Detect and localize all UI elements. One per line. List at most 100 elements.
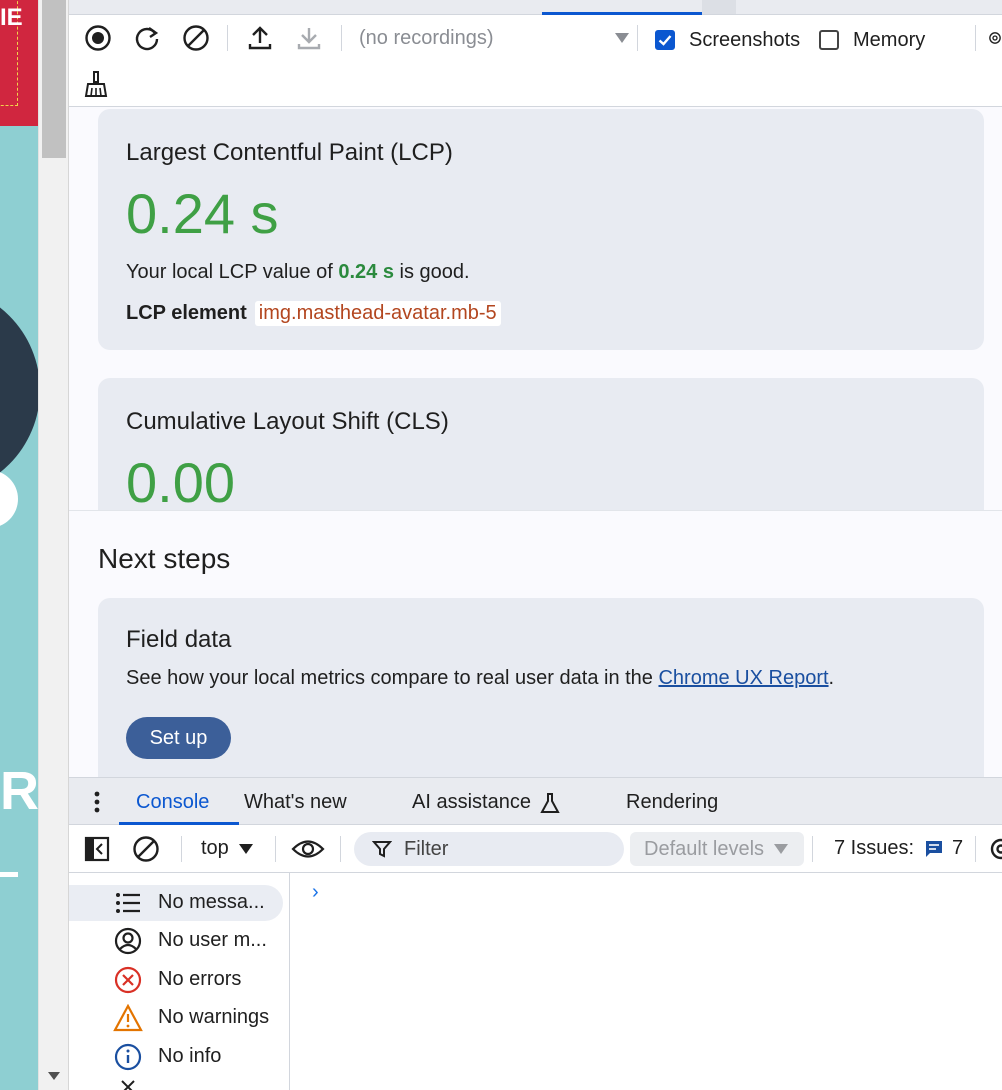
- upload-icon: [248, 26, 272, 50]
- reload-record-button[interactable]: [130, 21, 164, 55]
- message-icon: [926, 840, 943, 857]
- page-avatar-inner: [0, 470, 18, 528]
- tab-ai-assistance[interactable]: AI assistance: [412, 791, 561, 814]
- toolbar-divider: [340, 836, 341, 862]
- inspected-page-strip: IE R: [0, 0, 38, 1090]
- gear-icon: [989, 32, 1001, 44]
- drawer-tab-bar: Console What's new AI assistance Renderi…: [69, 777, 1002, 825]
- issues-counter[interactable]: 7 Issues: 7: [834, 837, 963, 860]
- console-toolbar: top Filter Default levels 7 Issues: 7: [69, 825, 1002, 873]
- filter-icon: [372, 841, 392, 858]
- live-metrics-view: Largest Contentful Paint (LCP) 0.24 s Yo…: [69, 107, 1002, 510]
- devtools-panel: (no recordings) Screenshots Memory Large…: [68, 0, 1002, 1090]
- log-levels-value: Default levels: [644, 837, 765, 860]
- context-select[interactable]: top: [201, 837, 253, 860]
- eye-icon: [291, 840, 325, 858]
- tab-console[interactable]: Console: [136, 791, 209, 814]
- console-settings-button[interactable]: [987, 835, 1002, 869]
- page-red-banner: IE: [0, 0, 38, 126]
- memory-checkbox[interactable]: Memory: [819, 26, 925, 54]
- toolbar-divider: [975, 836, 976, 862]
- context-select-value: top: [201, 837, 229, 859]
- field-data-title: Field data: [126, 626, 232, 653]
- download-icon: [297, 28, 321, 50]
- next-steps-heading: Next steps: [98, 543, 231, 574]
- issues-count: 7: [952, 837, 964, 859]
- toggle-sidebar-button[interactable]: [83, 835, 111, 869]
- screenshots-label: Screenshots: [689, 28, 801, 51]
- page-scrollbar[interactable]: [38, 0, 68, 1090]
- console-output[interactable]: ›: [290, 873, 1002, 1090]
- load-profile-button[interactable]: [243, 21, 277, 55]
- page-banner-text: IE: [0, 4, 23, 31]
- lcp-element-link[interactable]: img.masthead-avatar.mb-5: [254, 301, 501, 326]
- record-icon: [85, 25, 111, 51]
- sidebar-toggle-icon: [84, 836, 110, 862]
- lcp-desc-prefix: Your local LCP value of: [126, 261, 339, 283]
- tab-rendering[interactable]: Rendering: [626, 791, 718, 814]
- flask-icon: [540, 792, 560, 813]
- list-icon: [113, 890, 143, 916]
- console-prompt-chevron-icon: ›: [312, 881, 319, 903]
- lcp-element-label: LCP element: [126, 302, 247, 324]
- page-heading-letter: R: [0, 761, 38, 821]
- log-levels-select[interactable]: Default levels: [630, 832, 804, 866]
- field-desc-suffix: .: [828, 667, 835, 689]
- screenshots-checkbox[interactable]: Screenshots: [655, 26, 800, 54]
- toolbar-divider: [181, 836, 182, 862]
- sidebar-item-label: No user m...: [158, 929, 267, 951]
- save-profile-button[interactable]: [292, 21, 326, 55]
- clear-icon: [183, 25, 209, 51]
- lcp-value: 0.24 s: [126, 182, 279, 245]
- chevron-down-icon: [615, 33, 629, 43]
- checkbox-unchecked-icon[interactable]: [819, 30, 839, 50]
- next-steps-section: Next steps Field data See how your local…: [69, 510, 1002, 798]
- clear-icon: [133, 836, 159, 862]
- drawer-menu-button[interactable]: [89, 788, 105, 822]
- cls-title: Cumulative Layout Shift (CLS): [126, 408, 449, 435]
- field-data-description: See how your local metrics compare to re…: [126, 667, 834, 690]
- recordings-select[interactable]: (no recordings): [359, 25, 629, 53]
- reload-icon: [135, 27, 159, 51]
- sidebar-item-user-messages[interactable]: No user m...: [69, 923, 283, 959]
- tab-whats-new[interactable]: What's new: [244, 791, 347, 814]
- sidebar-item-label: No warnings: [158, 1006, 270, 1028]
- live-expression-button[interactable]: [291, 834, 325, 870]
- chrome-ux-report-link[interactable]: Chrome UX Report: [658, 667, 828, 689]
- more-vertical-icon: [94, 791, 100, 813]
- sidebar-item-label: No messa...: [158, 891, 265, 913]
- user-circle-icon: [113, 927, 143, 955]
- page-scrollbar-thumb[interactable]: [42, 0, 66, 158]
- lcp-desc-value: 0.24 s: [338, 261, 394, 283]
- devtools-tab[interactable]: [702, 0, 736, 14]
- cls-value: 0.00: [126, 451, 235, 510]
- sidebar-item-warnings[interactable]: No warnings: [69, 1000, 283, 1036]
- lcp-card: Largest Contentful Paint (LCP) 0.24 s Yo…: [98, 109, 984, 350]
- devtools-tab-strip: [69, 0, 1002, 15]
- lcp-desc-suffix: is good.: [393, 261, 470, 283]
- set-up-button[interactable]: Set up: [126, 717, 231, 759]
- scroll-down-arrow-icon[interactable]: [48, 1072, 60, 1080]
- recordings-select-value: (no recordings): [359, 27, 494, 49]
- bug-icon: [119, 1079, 137, 1090]
- issues-label: 7 Issues:: [834, 837, 915, 859]
- chevron-down-icon: [774, 844, 789, 854]
- toolbar-divider: [637, 25, 638, 51]
- error-circle-icon: [113, 966, 143, 994]
- clear-button[interactable]: [179, 21, 213, 55]
- settings-button[interactable]: [987, 21, 1002, 55]
- record-button[interactable]: [81, 21, 115, 55]
- sidebar-item-errors[interactable]: No errors: [69, 962, 283, 998]
- sidebar-item-info[interactable]: No info: [69, 1039, 283, 1075]
- sidebar-item-label: No errors: [158, 968, 242, 990]
- clear-console-button[interactable]: [132, 835, 160, 869]
- warning-triangle-icon: [113, 1004, 143, 1032]
- broom-icon: [84, 71, 108, 97]
- lcp-description: Your local LCP value of 0.24 s is good.: [126, 261, 470, 284]
- toolbar-divider: [341, 25, 342, 51]
- lcp-element-row: LCP element img.masthead-avatar.mb-5: [126, 301, 501, 326]
- filter-input[interactable]: Filter: [354, 832, 624, 866]
- sidebar-item-messages[interactable]: No messa...: [69, 885, 283, 921]
- checkbox-checked-icon[interactable]: [655, 30, 675, 50]
- garbage-collect-button[interactable]: [79, 67, 113, 101]
